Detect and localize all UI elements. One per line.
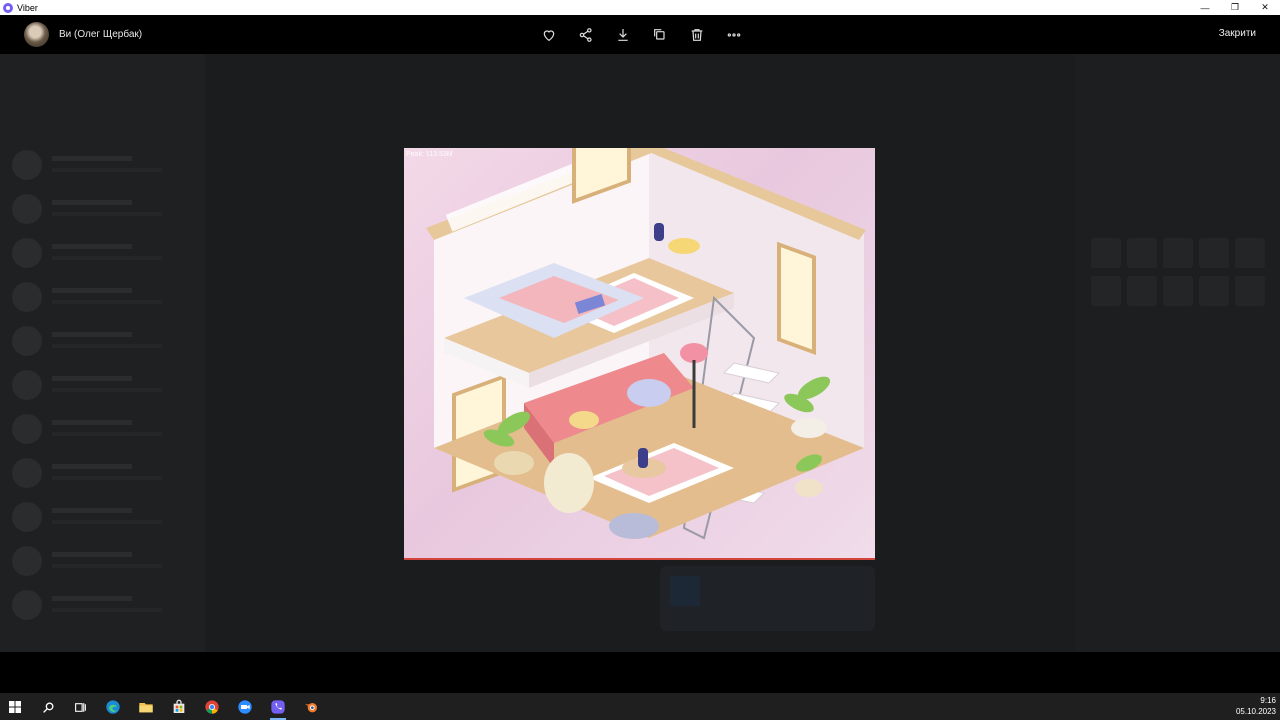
share-button[interactable]: [573, 22, 599, 48]
list-item: [12, 458, 192, 490]
taskbar-search-button[interactable]: [37, 696, 59, 718]
download-button[interactable]: [610, 22, 636, 48]
close-window-button[interactable]: ✕: [1250, 0, 1280, 15]
zoom-icon: [238, 700, 252, 714]
file-explorer-icon: [139, 703, 153, 713]
download-icon: [618, 29, 628, 41]
more-button[interactable]: [721, 22, 747, 48]
windows-start-icon: [9, 701, 21, 713]
close-viewer-button[interactable]: Закрити: [1219, 28, 1256, 39]
minimize-button[interactable]: —: [1190, 0, 1220, 15]
viber-logo-icon: [3, 2, 13, 13]
isometric-room-illustration: [426, 148, 866, 540]
list-item: [12, 414, 192, 446]
delete-button[interactable]: [684, 22, 710, 48]
viewer-bottom-strip: [0, 652, 1280, 693]
file-explorer-taskbar-button[interactable]: [135, 696, 157, 718]
task-view-button[interactable]: [69, 696, 91, 718]
clock-time: 9:16: [1260, 696, 1276, 705]
blender-icon: [305, 703, 317, 713]
store-taskbar-button[interactable]: [168, 696, 190, 718]
start-button[interactable]: [4, 696, 26, 718]
list-item: [12, 282, 192, 314]
list-item: [12, 326, 192, 358]
forward-button[interactable]: [647, 22, 673, 48]
list-item: [12, 502, 192, 534]
store-icon: [173, 699, 185, 713]
window-title: Viber: [17, 2, 38, 13]
forward-icon: [654, 29, 665, 40]
restore-button[interactable]: ❐: [1220, 0, 1250, 15]
viber-icon: [271, 700, 285, 714]
list-item: [12, 194, 192, 226]
more-icon: [727, 33, 741, 37]
like-button[interactable]: [536, 22, 562, 48]
list-item: [12, 590, 192, 622]
chrome-icon: [205, 700, 219, 714]
list-item: [12, 546, 192, 578]
window-title-bar: Viber — ❐ ✕: [0, 0, 1280, 15]
window-controls: — ❐ ✕: [1190, 0, 1280, 15]
avatar[interactable]: [24, 22, 49, 47]
list-item: [12, 150, 192, 182]
trash-icon: [691, 29, 703, 41]
list-item: [12, 238, 192, 270]
blender-taskbar-button[interactable]: [300, 696, 322, 718]
image-overlay-text: Peak: 113.53M: [406, 151, 453, 158]
media-actions: [536, 22, 747, 48]
viewed-image[interactable]: Peak: 113.53M: [404, 148, 875, 560]
search-icon: [42, 702, 53, 713]
edge-taskbar-button[interactable]: [102, 696, 124, 718]
viber-taskbar-button[interactable]: [267, 696, 289, 720]
share-icon: [579, 28, 592, 42]
zoom-taskbar-button[interactable]: [234, 696, 256, 718]
system-clock[interactable]: 9:16 05.10.2023: [1236, 695, 1276, 717]
edge-icon: [106, 700, 120, 714]
details-panel-dimmed: [1075, 54, 1280, 652]
windows-taskbar: 9:16 05.10.2023: [0, 693, 1280, 720]
task-view-icon: [74, 702, 86, 712]
clock-date: 05.10.2023: [1235, 707, 1276, 716]
media-viewer-header: Ви (Олег Щербак) Закрити: [0, 15, 1280, 54]
heart-icon: [543, 30, 555, 42]
contact-name: Ви (Олег Щербак): [59, 29, 143, 40]
chat-list-dimmed: [0, 54, 205, 652]
message-bubble-dimmed: [660, 566, 875, 631]
chrome-taskbar-button[interactable]: [201, 696, 223, 718]
list-item: [12, 370, 192, 402]
